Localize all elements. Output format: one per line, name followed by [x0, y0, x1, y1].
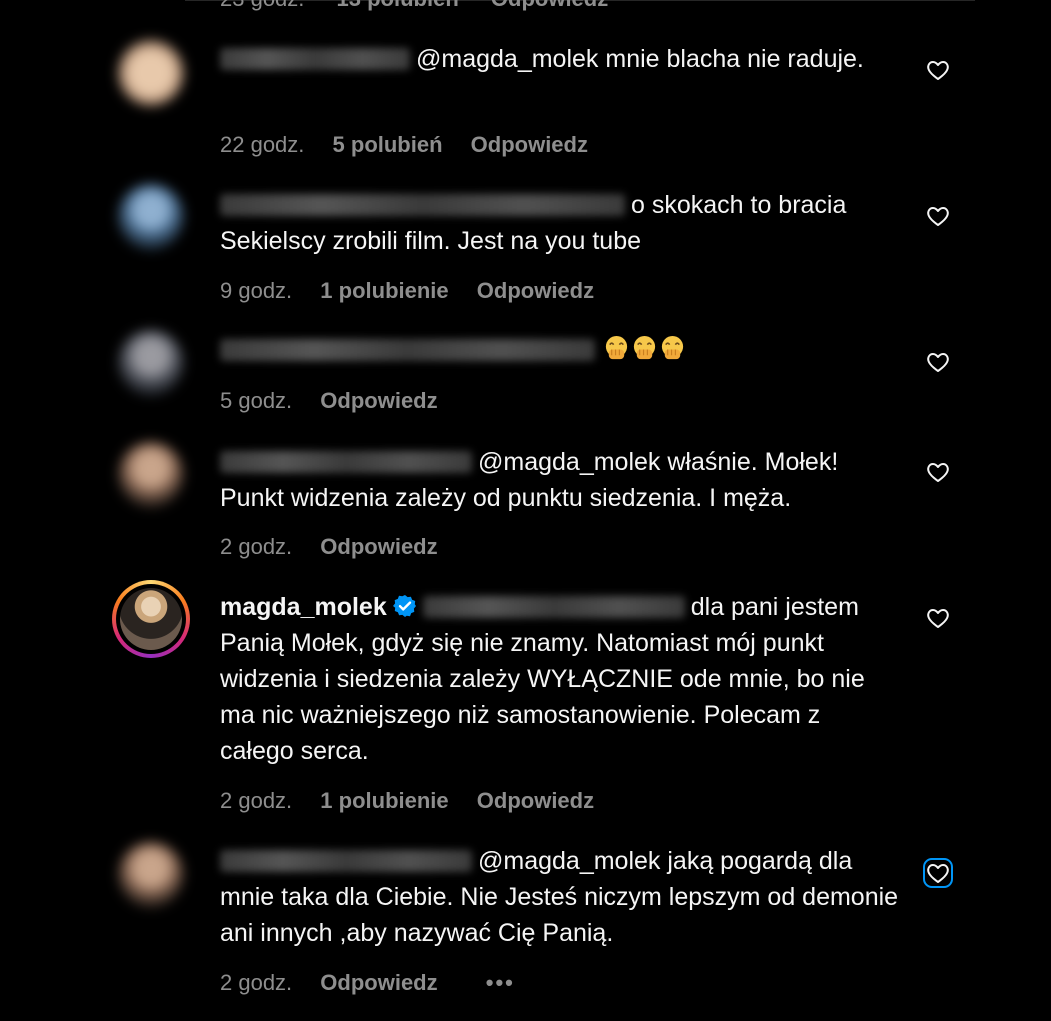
avatar-photo: [120, 588, 182, 650]
reply-button[interactable]: Odpowiedz: [477, 278, 594, 304]
comment-time: 2 godz.: [220, 970, 293, 995]
avatar[interactable]: [118, 442, 184, 508]
comment-meta: 2 godz. Odpowiedz •••: [220, 970, 537, 996]
redacted-username: [220, 339, 595, 361]
comment-time: 2 godz.: [220, 534, 293, 559]
avatar[interactable]: [112, 580, 190, 658]
redacted-username: [220, 850, 472, 872]
avatar[interactable]: [118, 40, 184, 106]
mention-link[interactable]: @magda_molek: [416, 45, 598, 73]
comment-meta: 22 godz. 5 polubień Odpowiedz: [220, 132, 610, 158]
reply-button[interactable]: Odpowiedz: [320, 388, 437, 414]
avatar[interactable]: [118, 184, 184, 250]
mention-link[interactable]: @magda_molek: [478, 847, 660, 875]
avatar[interactable]: [118, 330, 184, 396]
like-heart-icon[interactable]: [926, 204, 950, 228]
comment-meta: 5 godz. Odpowiedz: [220, 388, 460, 414]
more-options-icon[interactable]: •••: [486, 970, 515, 996]
redacted-username: [220, 194, 625, 216]
likes-count[interactable]: 5 polubień: [333, 132, 443, 158]
comment-text: @magda_molek jaką pogardą dla mnie taka …: [220, 843, 900, 951]
comment-text: @magda_molek mnie blacha nie raduje.: [220, 41, 900, 77]
face-with-hand-over-mouth-icon: [605, 335, 628, 360]
redacted-username: [220, 48, 410, 70]
comment-meta: 2 godz. Odpowiedz: [220, 534, 460, 560]
like-heart-icon[interactable]: [926, 460, 950, 484]
comment-time: 22 godz.: [220, 132, 305, 157]
verified-badge-icon: [392, 595, 416, 617]
reply-button[interactable]: Odpowiedz: [320, 970, 437, 996]
redacted-username: [220, 451, 472, 473]
reply-button[interactable]: Odpowiedz: [320, 534, 437, 560]
comment-text: @magda_molek właśnie. Mołek! Punkt widze…: [220, 444, 900, 516]
comment-text: [220, 332, 900, 368]
likes-count[interactable]: 13 polubień: [337, 0, 459, 11]
face-with-hand-over-mouth-icon: [661, 335, 684, 360]
reply-button[interactable]: Odpowiedz: [471, 132, 588, 158]
comment-meta: 9 godz. 1 polubienie Odpowiedz: [220, 278, 616, 304]
comment-time: 9 godz.: [220, 278, 293, 303]
reply-button[interactable]: Odpowiedz: [477, 788, 594, 814]
comment-time: 5 godz.: [220, 388, 293, 413]
like-heart-icon[interactable]: [926, 606, 950, 630]
redacted-username: [422, 596, 685, 618]
like-heart-icon[interactable]: [923, 858, 953, 888]
comment-meta-partial: 23 godz. 13 polubień Odpowiedz: [220, 0, 634, 12]
comment-text: magda_molek dla pani jestem Panią Mołek, …: [220, 589, 900, 769]
likes-count[interactable]: 1 polubienie: [320, 788, 448, 814]
like-heart-icon[interactable]: [926, 350, 950, 374]
comment-username[interactable]: magda_molek: [220, 593, 387, 621]
comment-time: 2 godz.: [220, 788, 293, 813]
comment-time: 23 godz.: [220, 0, 304, 11]
comment-text: o skokach to bracia Sekielscy zrobili fi…: [220, 187, 900, 259]
face-with-hand-over-mouth-icon: [633, 335, 656, 360]
likes-count[interactable]: 1 polubienie: [320, 278, 448, 304]
emoji-group: [603, 335, 687, 364]
avatar[interactable]: [118, 842, 184, 908]
comment-meta: 2 godz. 1 polubienie Odpowiedz: [220, 788, 616, 814]
mention-link[interactable]: @magda_molek: [478, 448, 660, 476]
reply-button[interactable]: Odpowiedz: [491, 0, 608, 11]
comment-body: mnie blacha nie raduje.: [605, 45, 864, 73]
like-heart-icon[interactable]: [926, 58, 950, 82]
